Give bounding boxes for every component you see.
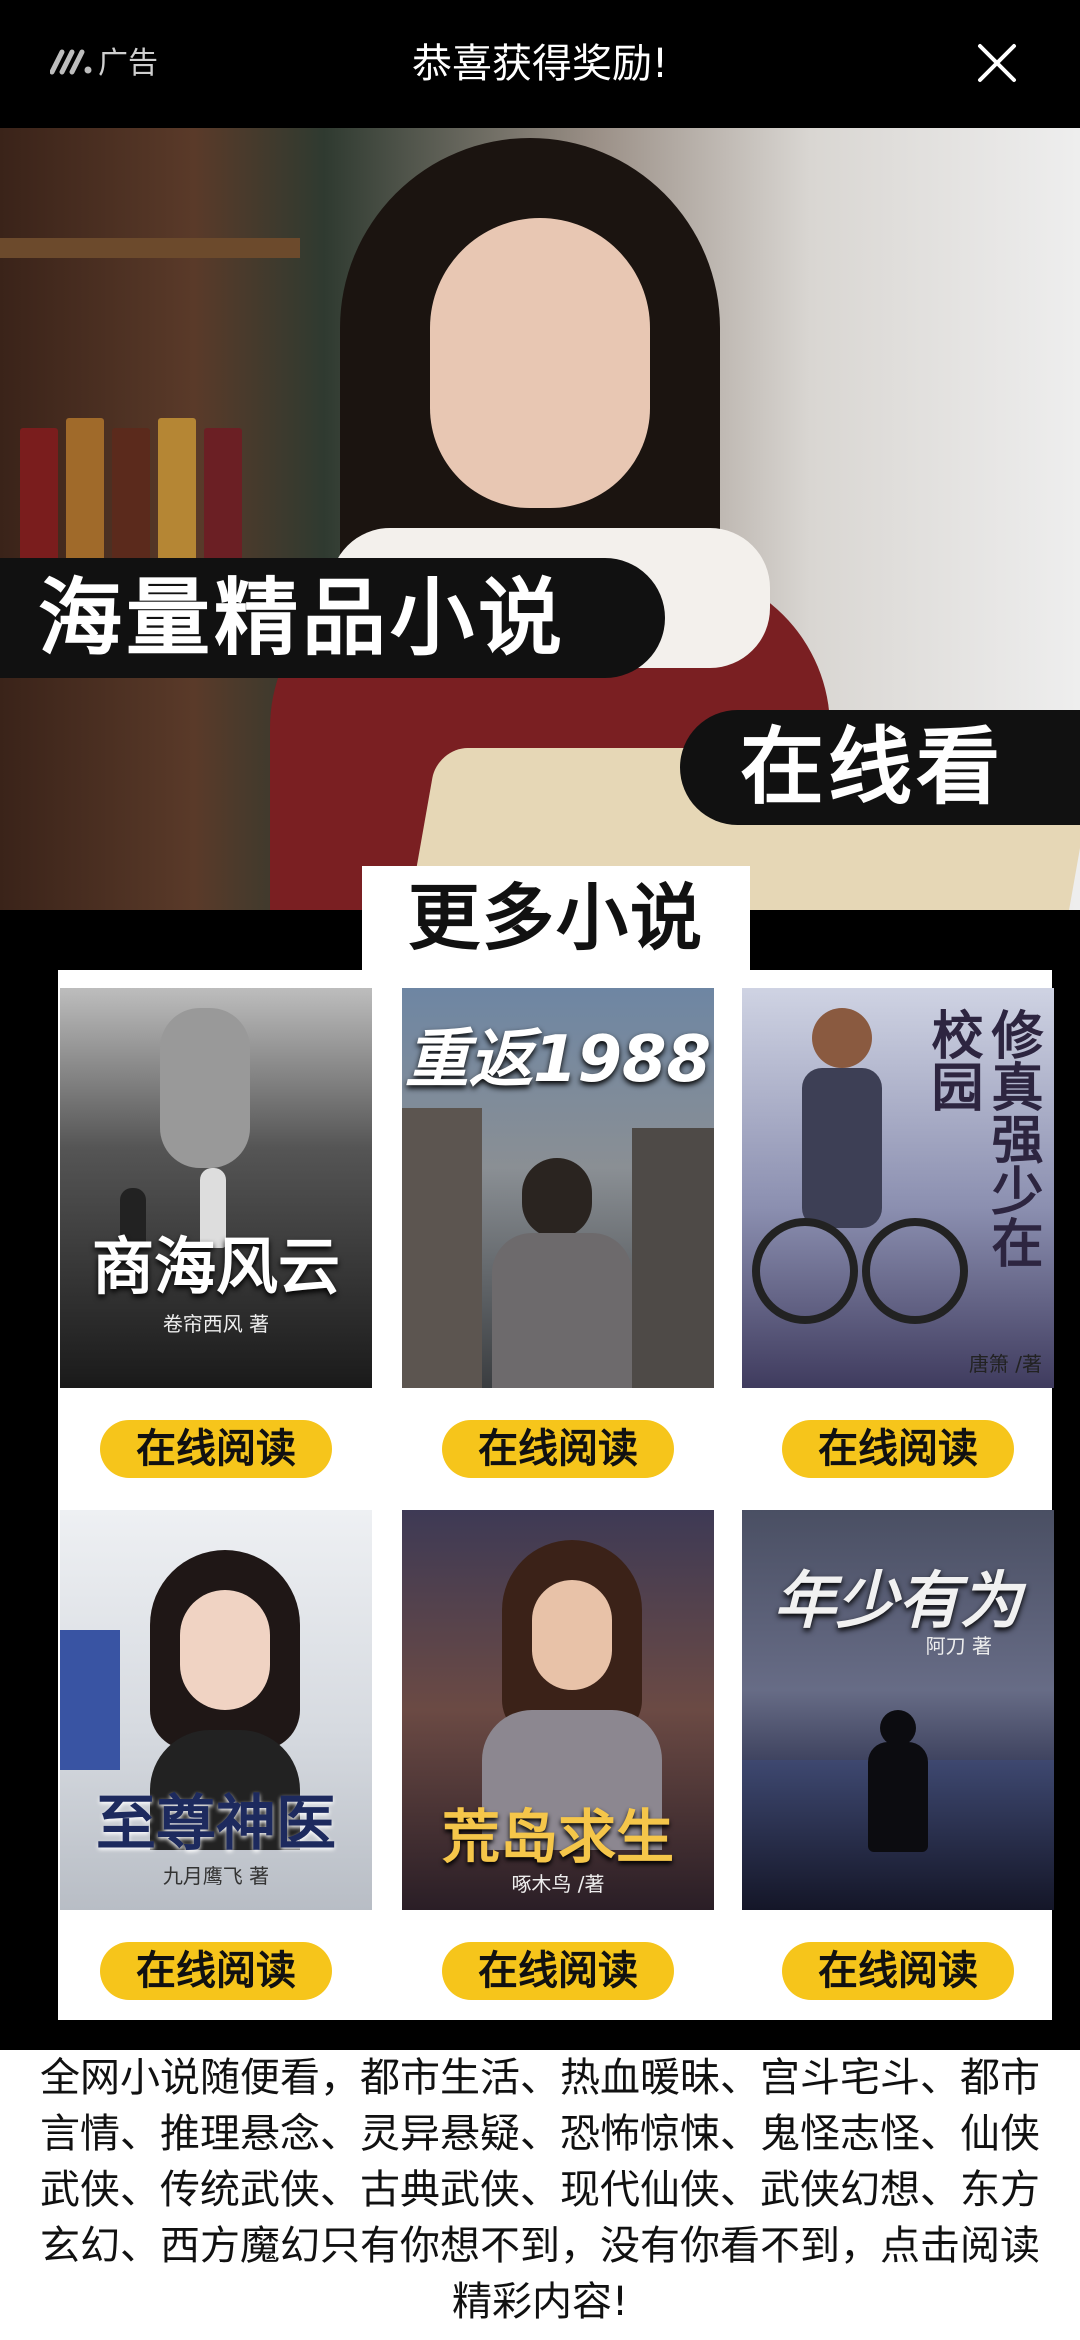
building-shape xyxy=(402,1108,482,1388)
person-body xyxy=(802,1068,882,1228)
person-head xyxy=(812,1008,872,1068)
book-card[interactable]: 荒岛求生 啄木鸟 /著 在线阅读 xyxy=(402,1492,714,2004)
book-cover[interactable]: 修真强少在校园 唐箫 /著 xyxy=(742,988,1054,1388)
hand-shape xyxy=(160,1008,250,1168)
book-card[interactable]: 修真强少在校园 唐箫 /著 在线阅读 xyxy=(742,970,1054,1482)
book-title: 荒岛求生 xyxy=(441,1803,674,1871)
read-online-button[interactable]: 在线阅读 xyxy=(782,1942,1014,2000)
person-face xyxy=(532,1580,612,1690)
read-online-button[interactable]: 在线阅读 xyxy=(442,1420,674,1478)
person-face xyxy=(180,1590,270,1710)
bike-wheel xyxy=(752,1218,858,1324)
reward-title: 恭喜获得奖励! xyxy=(411,41,669,87)
read-online-button[interactable]: 在线阅读 xyxy=(100,1942,332,2000)
person-body xyxy=(492,1233,632,1388)
book-grid: 商海风云 卷帘西风 著 在线阅读 重返1988 在线阅读 修真强少在校园 唐箫 … xyxy=(58,970,1054,2020)
person-head xyxy=(522,1158,592,1238)
hero-badge-primary: 海量精品小说 xyxy=(0,558,665,678)
binders-shape xyxy=(60,1630,120,1770)
person-face xyxy=(430,218,650,508)
book-author: 唐箫 /著 xyxy=(968,1352,1042,1376)
book-author: 啄木鸟 /著 xyxy=(511,1872,605,1896)
building-shape xyxy=(632,1128,714,1388)
more-novels-label: 更多小说 xyxy=(362,866,750,970)
book-author: 阿刀 著 xyxy=(925,1634,992,1658)
book-title: 商海风云 xyxy=(91,1230,340,1303)
person-head xyxy=(880,1710,916,1746)
book-cover[interactable]: 至尊神医 九月鹰飞 著 xyxy=(60,1510,372,1910)
hero-badge-secondary: 在线看 xyxy=(680,710,1080,825)
book-cover[interactable]: 年少有为 阿刀 著 xyxy=(742,1510,1054,1910)
person-body xyxy=(868,1742,928,1852)
bookshelf-board xyxy=(0,238,300,258)
description-text: 全网小说随便看，都市生活、热血暖昧、宫斗宅斗、都市言情、推理悬念、灵异悬疑、恐怖… xyxy=(40,2055,1040,2325)
book-cover[interactable]: 重返1988 xyxy=(402,988,714,1388)
book-cover[interactable]: 荒岛求生 啄木鸟 /著 xyxy=(402,1510,714,1910)
hero-banner[interactable]: 海量精品小说 在线看 xyxy=(0,128,1080,910)
close-icon[interactable] xyxy=(974,40,1020,86)
book-card[interactable]: 至尊神医 九月鹰飞 著 在线阅读 xyxy=(60,1492,372,2004)
book-title: 年少有为 xyxy=(773,1564,1022,1637)
book-cover[interactable]: 商海风云 卷帘西风 著 xyxy=(60,988,372,1388)
book-author: 九月鹰飞 著 xyxy=(162,1864,270,1888)
read-online-button[interactable]: 在线阅读 xyxy=(442,1942,674,2000)
book-title: 修真强少在校园 xyxy=(922,1008,1042,1268)
read-online-button[interactable]: 在线阅读 xyxy=(782,1420,1014,1478)
book-card[interactable]: 重返1988 在线阅读 xyxy=(402,970,714,1482)
book-card[interactable]: 商海风云 卷帘西风 著 在线阅读 xyxy=(60,970,372,1482)
book-title: 重返1988 xyxy=(404,1023,712,1097)
book-title: 至尊神医 xyxy=(96,1789,336,1859)
book-author: 卷帘西风 著 xyxy=(162,1312,270,1336)
top-bar: 广告 恭喜获得奖励! xyxy=(0,0,1080,128)
read-online-button[interactable]: 在线阅读 xyxy=(100,1420,332,1478)
book-card[interactable]: 年少有为 阿刀 著 在线阅读 xyxy=(742,1492,1054,2004)
description-area[interactable]: 全网小说随便看，都市生活、热血暖昧、宫斗宅斗、都市言情、推理悬念、灵异悬疑、恐怖… xyxy=(0,2050,1080,2340)
